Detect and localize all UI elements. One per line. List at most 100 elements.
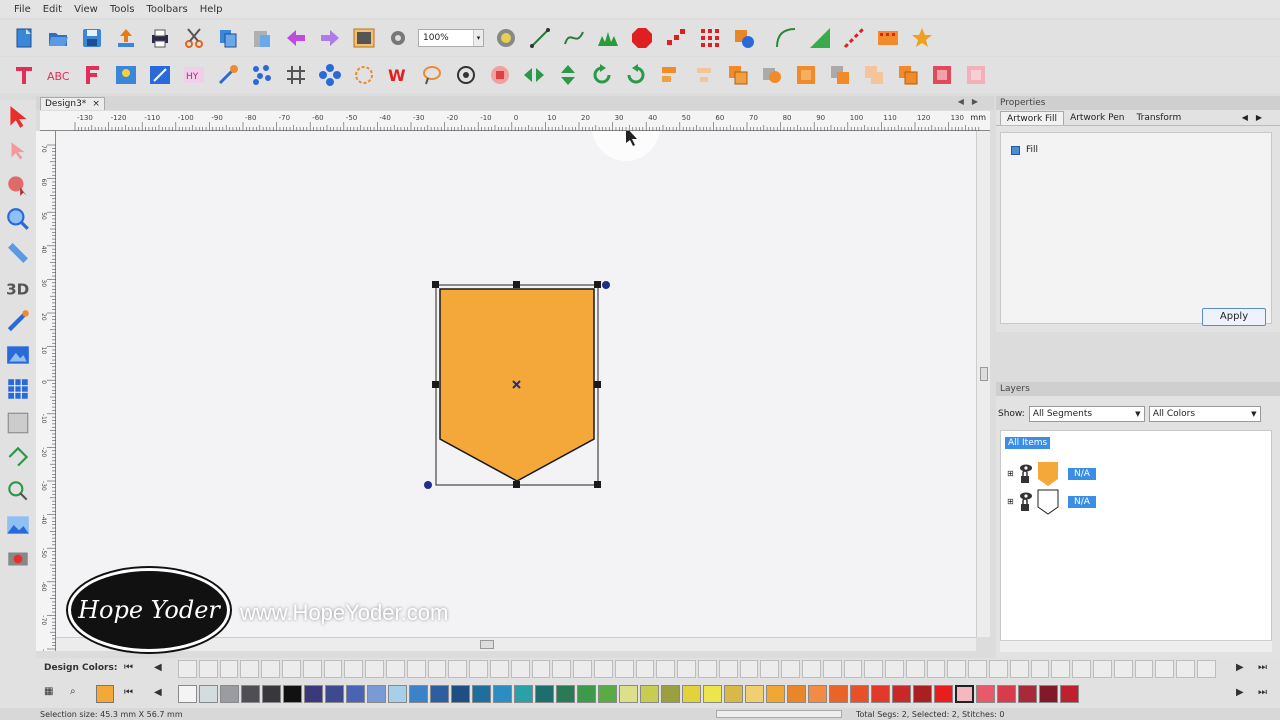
color-swatch[interactable] [283, 685, 302, 703]
design-color-slot[interactable] [989, 660, 1008, 678]
design-color-slot[interactable] [323, 660, 343, 678]
landscape-icon[interactable] [0, 508, 36, 542]
rotate-handle[interactable] [424, 481, 432, 489]
handle-top-center[interactable] [513, 281, 520, 288]
expand-icon[interactable]: ⊞ [1007, 498, 1015, 506]
design-color-slot[interactable] [385, 660, 405, 678]
curve-tool-icon[interactable] [560, 24, 588, 52]
design-color-slot[interactable] [843, 660, 863, 678]
design-color-slot[interactable] [656, 660, 676, 678]
menu-view[interactable]: View [68, 4, 104, 15]
redo-icon[interactable] [316, 24, 344, 52]
design-color-slot[interactable] [864, 660, 884, 678]
node-edit-icon[interactable] [0, 134, 36, 168]
design-color-slot[interactable] [489, 660, 509, 678]
design-color-slot[interactable] [1113, 660, 1133, 678]
color-swatch[interactable] [514, 685, 533, 703]
intersect-icon[interactable] [894, 61, 922, 89]
color-picker-icon[interactable] [730, 24, 758, 52]
stop-shape-icon[interactable] [628, 24, 656, 52]
palette-grid-icon[interactable]: ▦ [44, 686, 53, 697]
target-icon[interactable] [452, 61, 480, 89]
design-color-slot[interactable] [427, 660, 447, 678]
apply-button[interactable]: Apply [1202, 308, 1266, 326]
design-color-slot[interactable] [1009, 660, 1029, 678]
design-color-slot[interactable] [302, 660, 322, 678]
color-swatch[interactable] [766, 685, 785, 703]
design-color-slot[interactable] [781, 660, 800, 678]
color-swatch[interactable] [304, 685, 323, 703]
run-stitch-icon[interactable] [840, 24, 868, 52]
stitch-path-icon[interactable] [0, 440, 36, 474]
shape-select-icon[interactable] [0, 168, 36, 202]
arc-tool-icon[interactable] [772, 24, 800, 52]
break-apart-icon[interactable] [826, 61, 854, 89]
export-icon[interactable] [112, 24, 140, 52]
visibility-lock-icon[interactable] [1018, 491, 1034, 513]
color-swatch[interactable] [871, 685, 890, 703]
color-swatch[interactable] [199, 685, 218, 703]
select-arrow-icon[interactable] [0, 100, 36, 134]
design-color-slot[interactable] [614, 660, 634, 678]
scroll-left-icon[interactable]: ◀ [154, 687, 162, 698]
tab-nav-arrows[interactable]: ◀▶ [958, 97, 986, 106]
combine-icon[interactable] [792, 61, 820, 89]
color-swatch[interactable] [745, 685, 764, 703]
color-swatch[interactable] [913, 685, 932, 703]
design-color-slot[interactable] [760, 660, 780, 678]
color-swatch[interactable] [661, 685, 680, 703]
weld-icon[interactable] [860, 61, 888, 89]
design-color-slot[interactable] [365, 660, 384, 678]
settings-gear-icon[interactable] [384, 24, 412, 52]
menu-edit[interactable]: Edit [37, 4, 68, 15]
machine-icon[interactable] [0, 542, 36, 576]
design-color-slot[interactable] [240, 660, 260, 678]
zoom-icon[interactable] [0, 202, 36, 236]
image-import-icon[interactable] [112, 61, 140, 89]
hy-monogram-icon[interactable]: HY [180, 61, 208, 89]
design-color-slot[interactable] [697, 660, 717, 678]
spell-text-icon[interactable]: ABC [44, 61, 72, 89]
design-color-slot[interactable] [801, 660, 821, 678]
fill-swatch[interactable] [1011, 145, 1020, 155]
tab-transform[interactable]: Transform [1130, 111, 1187, 125]
word-art-icon[interactable]: W [384, 61, 412, 89]
close-icon[interactable]: × [92, 99, 100, 109]
save-icon[interactable] [78, 24, 106, 52]
design-color-slot[interactable] [1155, 660, 1175, 678]
font-tool-icon[interactable] [78, 61, 106, 89]
scroll-right-icon[interactable]: ▶ [1236, 662, 1244, 673]
paint-brush-icon[interactable] [0, 304, 36, 338]
handle-top-right[interactable] [594, 281, 601, 288]
line-tool-icon[interactable] [526, 24, 554, 52]
design-color-slot[interactable] [510, 660, 530, 678]
flower-icon[interactable] [316, 61, 344, 89]
color-swatch[interactable] [787, 685, 806, 703]
exclude-icon[interactable] [962, 61, 990, 89]
palette-zoom-icon[interactable]: ⌕ [70, 686, 76, 697]
design-color-slot[interactable] [593, 660, 613, 678]
color-swatch[interactable] [955, 685, 974, 703]
design-artwork[interactable] [56, 93, 976, 637]
color-swatch[interactable] [220, 685, 239, 703]
color-swatch[interactable] [703, 685, 722, 703]
hoop-icon[interactable] [0, 406, 36, 440]
grid-points-icon[interactable] [696, 24, 724, 52]
grid-icon[interactable] [282, 61, 310, 89]
design-color-slot[interactable] [281, 660, 301, 678]
menu-toolbars[interactable]: Toolbars [140, 4, 193, 15]
vertical-scroll-thumb[interactable] [980, 367, 988, 381]
ungroup-icon[interactable] [758, 61, 786, 89]
design-color-slot[interactable] [1197, 660, 1216, 678]
color-swatch[interactable] [178, 685, 197, 703]
design-color-slot[interactable] [1134, 660, 1154, 678]
fill-row[interactable]: Fill [1011, 145, 1038, 155]
trim-icon[interactable] [928, 61, 956, 89]
color-swatch[interactable] [430, 685, 449, 703]
design-color-slot[interactable] [573, 660, 592, 678]
scatter-icon[interactable] [248, 61, 276, 89]
copy-icon[interactable] [214, 24, 242, 52]
measure-icon[interactable] [0, 236, 36, 270]
color-swatch[interactable] [325, 685, 344, 703]
color-swatch[interactable] [367, 685, 386, 703]
